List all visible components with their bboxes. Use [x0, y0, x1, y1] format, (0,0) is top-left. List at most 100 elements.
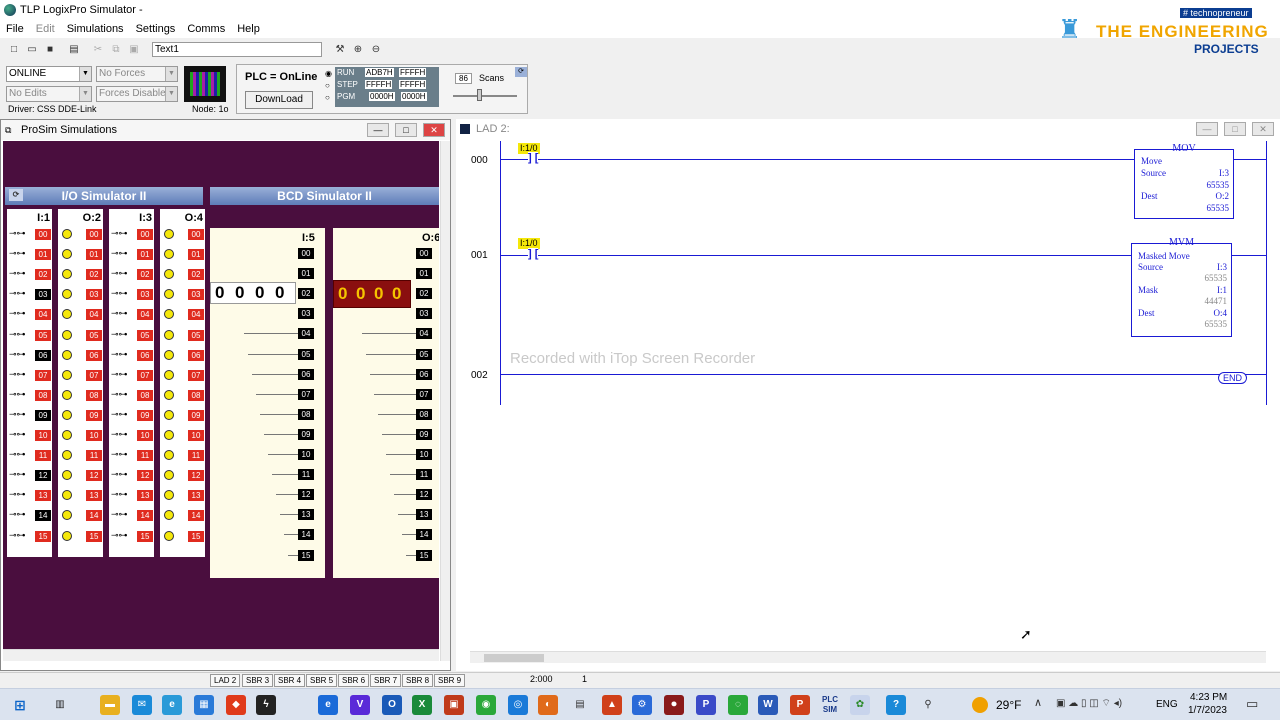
contact-icon[interactable]: ] [ [528, 248, 539, 260]
maximize-button[interactable]: □ [1224, 122, 1246, 136]
tab-sbr9[interactable]: SBR 9 [434, 674, 466, 687]
input-switch-icon[interactable]: ⊸⊶ [111, 288, 128, 299]
open-folder-icon[interactable]: ▭ [24, 41, 40, 57]
run-radio[interactable]: ◉ [325, 69, 332, 78]
tab-sbr8[interactable]: SBR 8 [402, 674, 434, 687]
zoom-in-icon[interactable]: ⊕ [350, 41, 366, 57]
input-switch-icon[interactable]: ⊸⊶ [9, 509, 26, 520]
input-switch-icon[interactable]: ⊸⊶ [9, 389, 26, 400]
mvm-block[interactable]: MVM Masked Move Source I:3 65535 Mask I:… [1131, 237, 1232, 337]
refresh-icon[interactable]: ⟳ [515, 67, 527, 77]
tray-icons[interactable]: ▣ ☁ ▯ ◫ ⌔ ◂) [1056, 697, 1122, 710]
plcsim-icon[interactable]: PLC SIM [818, 695, 842, 715]
outlook-icon[interactable]: O [382, 695, 402, 715]
input-switch-icon[interactable]: ⊸⊶ [111, 530, 128, 541]
minimize-button[interactable]: — [367, 123, 389, 137]
app-icon[interactable]: P [696, 695, 716, 715]
scan-slider-thumb[interactable] [477, 89, 482, 101]
weather-temp[interactable]: 29°F [996, 698, 1021, 712]
bcd-input-digit[interactable]: 0 [215, 283, 224, 303]
paste-icon[interactable]: ▣ [126, 41, 142, 57]
clock-time[interactable]: 4:23 PM [1190, 692, 1227, 703]
copy-icon[interactable]: ⧉ [108, 41, 124, 57]
tab-sbr6[interactable]: SBR 6 [338, 674, 370, 687]
ie-icon[interactable]: e [318, 695, 338, 715]
mode-select[interactable]: ONLINE ▼ [6, 66, 92, 82]
excel-icon[interactable]: X [412, 695, 432, 715]
menu-help[interactable]: Help [231, 23, 266, 35]
person-icon[interactable]: ⚲ [918, 695, 938, 715]
app-icon[interactable]: ⚙ [632, 695, 652, 715]
menu-file[interactable]: File [0, 23, 30, 35]
input-switch-icon[interactable]: ⊸⊶ [111, 268, 128, 279]
menu-comms[interactable]: Comms [181, 23, 231, 35]
app-icon[interactable]: V [350, 695, 370, 715]
app-icon[interactable]: ◆ [226, 695, 246, 715]
app-icon[interactable]: ◎ [508, 695, 528, 715]
zoom-out-icon[interactable]: ⊖ [368, 41, 384, 57]
bcd-input-digit[interactable]: 0 [255, 283, 264, 303]
menu-simulations[interactable]: Simulations [61, 23, 130, 35]
download-button[interactable]: DownLoad [245, 91, 313, 109]
logixpro-icon[interactable]: ✿ [850, 695, 870, 715]
windows-start-icon[interactable]: ⊞ [10, 695, 30, 715]
app-icon[interactable]: ◐ [538, 695, 558, 715]
refresh-icon[interactable]: ⟳ [9, 189, 23, 201]
scan-slider[interactable] [453, 95, 517, 97]
input-switch-icon[interactable]: ⊸⊶ [111, 349, 128, 360]
input-switch-icon[interactable]: ⊸⊶ [111, 228, 128, 239]
input-switch-icon[interactable]: ⊸⊶ [9, 329, 26, 340]
input-switch-icon[interactable]: ⊸⊶ [9, 530, 26, 541]
input-switch-icon[interactable]: ⊸⊶ [9, 369, 26, 380]
input-switch-icon[interactable]: ⊸⊶ [111, 429, 128, 440]
word-icon[interactable]: W [758, 695, 778, 715]
app-icon[interactable]: ϟ [256, 695, 276, 715]
input-switch-icon[interactable]: ⊸⊶ [111, 509, 128, 520]
input-switch-icon[interactable]: ⊸⊶ [111, 308, 128, 319]
bcd-input-digit[interactable]: 0 [235, 283, 244, 303]
whatsapp-icon[interactable]: ◌ [728, 695, 748, 715]
vertical-scrollbar[interactable] [440, 141, 450, 661]
contact-icon[interactable]: ] [ [528, 152, 539, 164]
print-icon[interactable]: ▤ [66, 41, 82, 57]
file-explorer-icon[interactable]: ▬ [100, 695, 120, 715]
maximize-button[interactable]: □ [395, 123, 417, 137]
input-switch-icon[interactable]: ⊸⊶ [9, 248, 26, 259]
input-switch-icon[interactable]: ⊸⊶ [9, 409, 26, 420]
save-icon[interactable]: ■ [42, 41, 58, 57]
input-switch-icon[interactable]: ⊸⊶ [111, 248, 128, 259]
close-button[interactable]: ✕ [423, 123, 445, 137]
matlab-icon[interactable]: ▲ [602, 695, 622, 715]
mail-icon[interactable]: ✉ [132, 695, 152, 715]
tab-sbr4[interactable]: SBR 4 [274, 674, 306, 687]
input-switch-icon[interactable]: ⊸⊶ [9, 308, 26, 319]
language-indicator[interactable]: ENG [1156, 699, 1178, 710]
mov-block[interactable]: MOV Move Source I:3 65535 Dest O:2 65535 [1134, 143, 1234, 219]
edits-select[interactable]: No Edits ▼ [6, 86, 92, 102]
input-switch-icon[interactable]: ⊸⊶ [9, 429, 26, 440]
input-switch-icon[interactable]: ⊸⊶ [9, 288, 26, 299]
input-switch-icon[interactable]: ⊸⊶ [111, 449, 128, 460]
horizontal-scrollbar[interactable] [3, 649, 439, 661]
text-field[interactable]: Text1 [152, 41, 322, 57]
chrome-icon[interactable]: ◉ [476, 695, 496, 715]
app-icon[interactable]: ▣ [444, 695, 464, 715]
app-icon[interactable]: ⏺ [664, 695, 684, 715]
tab-sbr3[interactable]: SBR 3 [242, 674, 274, 687]
minimize-button[interactable]: — [1196, 122, 1218, 136]
input-switch-icon[interactable]: ⊸⊶ [111, 369, 128, 380]
powerpoint-icon[interactable]: P [790, 695, 810, 715]
weather-icon[interactable] [972, 697, 988, 713]
help-icon[interactable]: ? [886, 695, 906, 715]
input-switch-icon[interactable]: ⊸⊶ [111, 409, 128, 420]
input-switch-icon[interactable]: ⊸⊶ [9, 449, 26, 460]
input-switch-icon[interactable]: ⊸⊶ [9, 489, 26, 500]
input-switch-icon[interactable]: ⊸⊶ [111, 329, 128, 340]
input-switch-icon[interactable]: ⊸⊶ [111, 469, 128, 480]
input-switch-icon[interactable]: ⊸⊶ [9, 268, 26, 279]
edge-icon[interactable]: e [162, 695, 182, 715]
tray-chevron-icon[interactable]: ∧ [1034, 696, 1042, 709]
tab-lad2[interactable]: LAD 2 [210, 674, 241, 687]
pgm-radio[interactable]: ○ [325, 93, 330, 102]
input-switch-icon[interactable]: ⊸⊶ [111, 389, 128, 400]
